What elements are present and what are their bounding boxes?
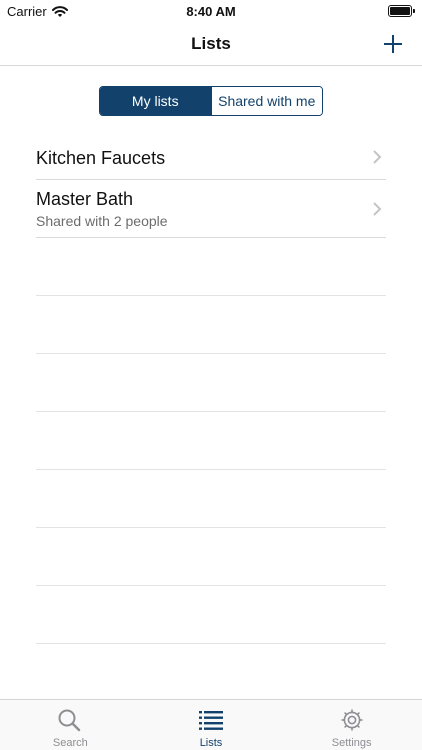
list-item[interactable]: Master Bath Shared with 2 people	[36, 180, 386, 238]
list-icon	[199, 711, 223, 730]
segment-my-lists[interactable]: My lists	[100, 87, 211, 115]
list-item[interactable]: Kitchen Faucets	[36, 134, 386, 180]
tab-search[interactable]: Search	[0, 700, 141, 750]
tab-bar: Search Lists Settings	[0, 699, 422, 750]
list-item-subtitle: Shared with 2 people	[36, 213, 168, 229]
page-title: Lists	[191, 34, 231, 53]
segment-shared-with-me[interactable]: Shared with me	[210, 87, 322, 115]
empty-row-separator	[36, 354, 386, 412]
lists-screen: Carrier 8:40 AM Lists My lists Shared wi…	[0, 0, 422, 750]
tab-settings[interactable]: Settings	[281, 700, 422, 750]
list-filter-segmented-control: My lists Shared with me	[99, 86, 323, 116]
navigation-bar: Lists	[0, 22, 422, 66]
search-icon	[58, 709, 81, 732]
list-item-title: Kitchen Faucets	[36, 148, 166, 168]
tab-search-label: Search	[52, 737, 88, 749]
list-item-title: Master Bath	[36, 189, 134, 209]
tab-settings-label: Settings	[331, 737, 372, 749]
empty-row-separator	[36, 412, 386, 470]
status-bar: Carrier 8:40 AM	[0, 0, 422, 22]
lists-table: Kitchen Faucets Master Bath Shared with …	[36, 134, 386, 644]
chevron-right-icon	[373, 202, 382, 216]
empty-row-separator	[36, 238, 386, 296]
add-list-button[interactable]	[380, 31, 406, 57]
tab-lists[interactable]: Lists	[141, 700, 282, 750]
plus-icon	[384, 35, 402, 53]
empty-row-separator	[36, 586, 386, 644]
tab-lists-label: Lists	[199, 737, 223, 749]
battery-icon	[388, 5, 412, 17]
gear-icon	[341, 709, 363, 731]
status-time: 8:40 AM	[186, 4, 236, 19]
battery-tip	[413, 9, 415, 13]
chevron-right-icon	[373, 150, 382, 164]
empty-row-separator	[36, 528, 386, 586]
empty-row-separator	[36, 296, 386, 354]
empty-row-separator	[36, 470, 386, 528]
